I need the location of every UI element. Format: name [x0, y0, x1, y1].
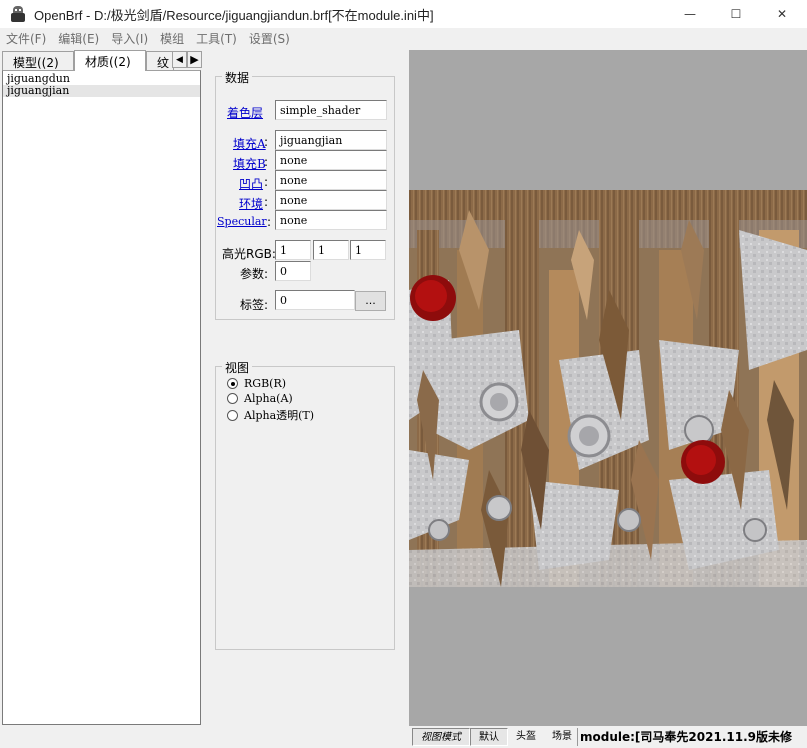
status-bar: 视图模式 默认 头盔 场景 module:[司马奉先2021.11.9版未修改]: [409, 726, 807, 748]
diffuse-b-link[interactable]: 填充B: [233, 155, 266, 172]
title-bar: OpenBrf - D:/极光剑盾/Resource/jiguangjiandu…: [0, 0, 807, 28]
spec-b-field[interactable]: 1: [350, 240, 386, 260]
specular-field[interactable]: none: [275, 210, 387, 230]
texture-preview-image: [409, 190, 807, 587]
tab-textures[interactable]: 纹: [146, 51, 174, 70]
openbrf-app-icon: [10, 6, 26, 22]
tab-scroll-left-icon[interactable]: ◀: [172, 51, 187, 68]
maximize-button[interactable]: ☐: [713, 0, 759, 28]
radio-checked-icon[interactable]: [227, 378, 238, 389]
menu-module[interactable]: 模组: [160, 30, 184, 47]
scene-view-button[interactable]: 场景: [544, 728, 580, 746]
view-option-rgb[interactable]: RGB(R): [227, 377, 286, 390]
specular-link[interactable]: Specular: [217, 215, 267, 228]
spec-rgb-label: 高光RGB:: [222, 247, 276, 261]
radio-icon[interactable]: [227, 409, 238, 421]
view-group-title: 视图: [222, 359, 253, 376]
spec-r-field[interactable]: 1: [275, 240, 311, 260]
menu-edit[interactable]: 编辑(E): [58, 30, 99, 47]
environment-field[interactable]: none: [275, 190, 387, 210]
param-label: 参数:: [240, 267, 269, 281]
menu-settings[interactable]: 设置(S): [249, 30, 290, 47]
minimize-button[interactable]: —: [667, 0, 713, 28]
bump-link[interactable]: 凹凸: [239, 175, 263, 192]
bump-field[interactable]: none: [275, 170, 387, 190]
view-option-alpha-transparent[interactable]: Alpha透明(T): [227, 407, 314, 423]
window-title: OpenBrf - D:/极光剑盾/Resource/jiguangjiandu…: [34, 7, 434, 23]
environment-link[interactable]: 环境: [239, 195, 263, 212]
flags-label: 标签:: [240, 298, 269, 312]
menu-import[interactable]: 导入(I): [111, 30, 148, 47]
tab-scroll-right-icon[interactable]: ▶: [187, 51, 202, 68]
tab-scroll-arrows: ◀ ▶: [172, 51, 202, 68]
object-type-tabs: 模型((2) 材质((2) 纹 ◀ ▶: [0, 50, 202, 71]
diffuse-a-field[interactable]: jiguangjian: [275, 130, 387, 150]
diffuse-b-field[interactable]: none: [275, 150, 387, 170]
tab-materials[interactable]: 材质((2): [74, 50, 146, 71]
module-status-text: module:[司马奉先2021.11.9版未修改]: [577, 728, 807, 746]
view-option-alpha[interactable]: Alpha(A): [227, 392, 293, 405]
param-field[interactable]: 0: [275, 261, 311, 281]
data-group-title: 数据: [222, 69, 253, 86]
tab-meshes[interactable]: 模型((2): [2, 51, 74, 70]
flags-browse-button[interactable]: ...: [355, 291, 386, 311]
menu-bar: 文件(F) 编辑(E) 导入(I) 模组 工具(T) 设置(S): [0, 28, 807, 48]
spec-g-field[interactable]: 1: [313, 240, 349, 260]
material-list: jiguangdun jiguangjian: [2, 70, 201, 725]
list-item-selected[interactable]: jiguangjian: [3, 85, 200, 97]
view-mode-button[interactable]: 视图模式: [412, 728, 470, 746]
menu-file[interactable]: 文件(F): [6, 30, 46, 47]
shader-field[interactable]: simple_shader: [275, 100, 387, 120]
helmet-view-button[interactable]: 头盔: [508, 728, 544, 746]
radio-icon[interactable]: [227, 393, 238, 404]
preview-viewport[interactable]: [409, 50, 807, 726]
close-button[interactable]: ✕: [759, 0, 805, 28]
flags-field[interactable]: 0: [275, 290, 355, 310]
diffuse-a-link[interactable]: 填充A: [233, 135, 266, 152]
shader-link[interactable]: 着色层: [227, 104, 263, 121]
default-view-button[interactable]: 默认: [470, 728, 508, 746]
menu-tools[interactable]: 工具(T): [196, 30, 237, 47]
